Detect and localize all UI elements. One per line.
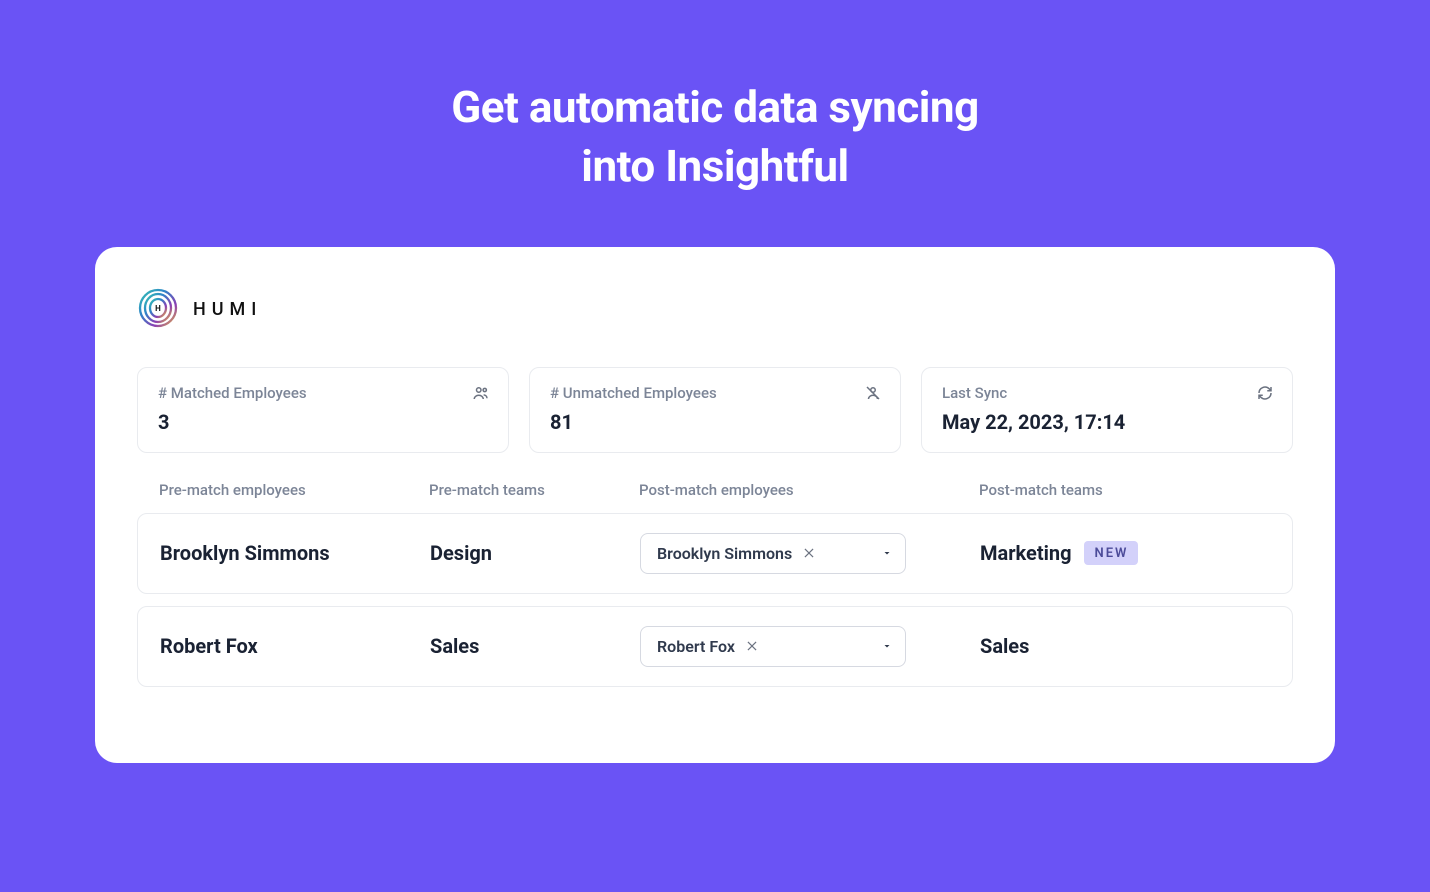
stats-row: # Matched Employees 3 # Unmatched Employ… <box>137 367 1293 453</box>
pre-match-team-name: Sales <box>430 634 640 658</box>
table-header: Pre-match employees Pre-match teams Post… <box>137 481 1293 513</box>
table-row: Robert Fox Sales Robert Fox Sales <box>137 606 1293 687</box>
stat-last-sync: Last Sync May 22, 2023, 17:14 <box>921 367 1293 453</box>
post-match-employee-select[interactable]: Robert Fox <box>640 626 906 667</box>
post-match-team-name: Marketing <box>980 541 1072 565</box>
sync-card: H HUMI # Matched Employees 3 # Unmatched… <box>95 247 1335 763</box>
people-icon <box>472 384 490 406</box>
post-match-employee-selected: Robert Fox <box>657 637 735 656</box>
stat-matched-value: 3 <box>158 410 488 434</box>
new-badge: NEW <box>1084 541 1139 565</box>
humi-logo-icon: H <box>137 287 179 333</box>
stat-unmatched-employees: # Unmatched Employees 81 <box>529 367 901 453</box>
chevron-down-icon[interactable] <box>881 547 893 559</box>
person-off-icon <box>864 384 882 406</box>
pre-match-team-name: Design <box>430 541 640 565</box>
post-match-employee-selected: Brooklyn Simmons <box>657 544 792 563</box>
column-header-post-teams: Post-match teams <box>979 481 1271 499</box>
close-icon[interactable] <box>745 639 759 653</box>
post-match-employee-select[interactable]: Brooklyn Simmons <box>640 533 906 574</box>
stat-matched-employees: # Matched Employees 3 <box>137 367 509 453</box>
logo: H HUMI <box>137 287 1293 333</box>
svg-text:H: H <box>155 304 161 313</box>
pre-match-employee-name: Robert Fox <box>160 634 430 658</box>
hero-title-line-2: into Insightful <box>0 137 1430 196</box>
chevron-down-icon[interactable] <box>881 640 893 652</box>
logo-text: HUMI <box>193 299 262 320</box>
column-header-pre-employees: Pre-match employees <box>159 481 429 499</box>
stat-unmatched-value: 81 <box>550 410 880 434</box>
stat-matched-label: # Matched Employees <box>158 384 488 402</box>
sync-icon[interactable] <box>1256 384 1274 406</box>
pre-match-employee-name: Brooklyn Simmons <box>160 541 430 565</box>
table-row: Brooklyn Simmons Design Brooklyn Simmons… <box>137 513 1293 594</box>
stat-unmatched-label: # Unmatched Employees <box>550 384 880 402</box>
column-header-pre-teams: Pre-match teams <box>429 481 639 499</box>
post-match-team-name: Sales <box>980 634 1029 658</box>
hero-title-line-1: Get automatic data syncing <box>0 78 1430 137</box>
hero-title: Get automatic data syncing into Insightf… <box>0 0 1430 247</box>
close-icon[interactable] <box>802 546 816 560</box>
stat-last-sync-label: Last Sync <box>942 384 1272 402</box>
column-header-post-employees: Post-match employees <box>639 481 979 499</box>
stat-last-sync-value: May 22, 2023, 17:14 <box>942 410 1272 434</box>
